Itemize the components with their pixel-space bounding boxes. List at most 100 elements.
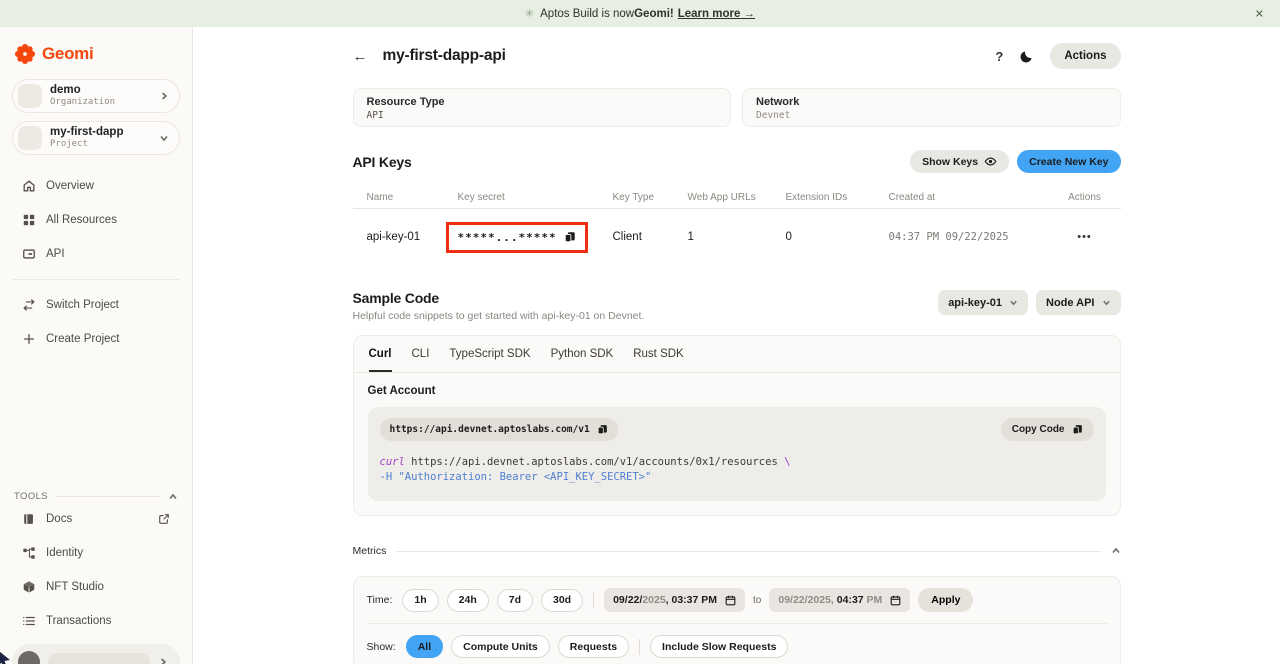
chevron-right-icon — [158, 657, 168, 664]
plus-icon — [22, 332, 36, 346]
org-avatar — [18, 84, 42, 108]
to-date-time: 04:37 — [837, 594, 867, 606]
learn-more-link[interactable]: Learn more → — [678, 8, 755, 20]
network-card: Network Devnet — [742, 88, 1121, 127]
from-date-year: 2025 — [642, 594, 665, 606]
col-created-at: Created at — [889, 192, 1063, 203]
announcement-banner: ✳ Aptos Build is now Geomi! Learn more →… — [0, 0, 1280, 27]
tab-cli[interactable]: CLI — [412, 348, 430, 372]
divider — [593, 592, 594, 608]
project-selector[interactable]: my-first-dapp Project — [12, 121, 180, 155]
org-selector[interactable]: demo Organization — [12, 79, 180, 113]
metrics-section-header[interactable]: Metrics — [353, 545, 1121, 557]
snippet-title: Get Account — [368, 385, 1106, 397]
show-keys-button[interactable]: Show Keys — [910, 150, 1009, 173]
resource-type-label: Resource Type — [367, 96, 718, 108]
api-card-icon — [22, 247, 36, 261]
sidebar-item-api[interactable]: API — [12, 237, 180, 271]
from-date-day: 09/22/ — [613, 594, 642, 606]
sidebar: Geomi demo Organization my-first-dapp Pr… — [0, 27, 193, 664]
table-header: Name Key secret Key Type Web App URLs Ex… — [353, 187, 1121, 209]
back-button[interactable]: ← — [353, 48, 379, 65]
from-date-input[interactable]: 09/22/2025, 03:37 PM — [604, 588, 745, 612]
col-actions: Actions — [1063, 192, 1107, 203]
range-24h-button[interactable]: 24h — [447, 589, 489, 612]
copy-icon[interactable] — [564, 231, 576, 243]
external-link-icon — [158, 513, 170, 525]
to-date-input[interactable]: 09/22/2025, 04:37 PM — [769, 588, 910, 612]
to-date-day: 09/22/ — [778, 594, 807, 606]
tab-curl[interactable]: Curl — [369, 348, 392, 372]
show-label: Show: — [367, 641, 396, 653]
to-date-year: 2025, — [808, 594, 837, 606]
apply-button[interactable]: Apply — [918, 588, 973, 612]
sidebar-item-all-resources[interactable]: All Resources — [12, 203, 180, 237]
sparkle-icon: ✳ — [525, 7, 534, 20]
filter-compute-units-button[interactable]: Compute Units — [451, 635, 550, 658]
sidebar-nav: Overview All Resources API — [12, 169, 180, 271]
resource-type-value: API — [367, 110, 718, 121]
api-select-dropdown[interactable]: Node API — [1036, 290, 1121, 315]
created-at-cell: 04:37 PM 09/22/2025 — [889, 231, 1063, 243]
range-30d-button[interactable]: 30d — [541, 589, 583, 612]
dark-mode-toggle-icon[interactable] — [1019, 49, 1034, 64]
sidebar-item-transactions[interactable]: Transactions — [12, 604, 180, 638]
col-key-secret: Key secret — [458, 192, 613, 203]
row-actions-menu[interactable]: ••• — [1063, 231, 1107, 243]
sidebar-item-docs[interactable]: Docs — [12, 502, 180, 536]
sidebar-item-nft-studio[interactable]: NFT Studio — [12, 570, 180, 604]
endpoint-chip[interactable]: https://api.devnet.aptoslabs.com/v1 — [380, 418, 618, 441]
sidebar-item-identity[interactable]: Identity — [12, 536, 180, 570]
nav-label: Docs — [46, 513, 72, 525]
banner-close-icon[interactable]: ✕ — [1255, 7, 1264, 20]
nav-label: API — [46, 248, 65, 260]
range-7d-button[interactable]: 7d — [497, 589, 533, 612]
filter-requests-button[interactable]: Requests — [558, 635, 629, 658]
user-avatar — [18, 651, 40, 664]
divider — [396, 551, 1100, 552]
logo[interactable]: Geomi — [12, 37, 180, 71]
from-date-time: , 03:37 PM — [666, 594, 717, 606]
col-name: Name — [367, 192, 458, 203]
create-new-key-label: Create New Key — [1029, 156, 1108, 168]
key-select-dropdown[interactable]: api-key-01 — [938, 290, 1028, 315]
tab-python-sdk[interactable]: Python SDK — [551, 348, 614, 372]
chevron-down-icon — [1009, 298, 1018, 307]
tools-section-header[interactable]: TOOLS — [12, 491, 180, 502]
nav-label: Switch Project — [46, 299, 119, 311]
network-value: Devnet — [756, 110, 1107, 121]
col-key-type: Key Type — [613, 192, 688, 203]
project-actions: Switch Project Create Project — [12, 288, 180, 356]
filter-all-button[interactable]: All — [406, 635, 443, 658]
create-new-key-button[interactable]: Create New Key — [1017, 150, 1120, 173]
time-label: Time: — [367, 594, 393, 606]
range-1h-button[interactable]: 1h — [402, 589, 438, 612]
code-tabs: Curl CLI TypeScript SDK Python SDK Rust … — [354, 336, 1120, 373]
actions-button[interactable]: Actions — [1050, 43, 1120, 69]
project-type: Project — [50, 139, 151, 149]
divider — [639, 639, 640, 655]
endpoint-url: https://api.devnet.aptoslabs.com/v1 — [390, 424, 590, 435]
key-secret-value: *****...***** — [458, 231, 557, 244]
copy-code-label: Copy Code — [1012, 424, 1065, 435]
api-keys-title: API Keys — [353, 154, 412, 170]
nav-label: Identity — [46, 547, 83, 559]
table-row: api-key-01 *****...***** Client 1 0 04:3… — [353, 209, 1121, 265]
sample-code-title: Sample Code — [353, 290, 645, 306]
include-slow-requests-toggle[interactable]: Include Slow Requests — [650, 635, 788, 658]
code-flag: -H — [380, 471, 399, 483]
nav-label: NFT Studio — [46, 581, 104, 593]
extension-ids-cell: 0 — [786, 231, 889, 243]
tab-typescript-sdk[interactable]: TypeScript SDK — [449, 348, 530, 372]
tab-rust-sdk[interactable]: Rust SDK — [633, 348, 684, 372]
help-icon[interactable]: ? — [995, 49, 1003, 64]
page-title: my-first-dapp-api — [383, 47, 506, 65]
code-command: curl — [380, 456, 405, 468]
logo-text: Geomi — [42, 44, 93, 64]
user-account-button[interactable] — [12, 644, 180, 664]
sidebar-item-overview[interactable]: Overview — [12, 169, 180, 203]
create-project-button[interactable]: Create Project — [12, 322, 180, 356]
code-continuation: \ — [784, 456, 790, 468]
copy-code-button[interactable]: Copy Code — [1001, 418, 1094, 441]
switch-project-button[interactable]: Switch Project — [12, 288, 180, 322]
